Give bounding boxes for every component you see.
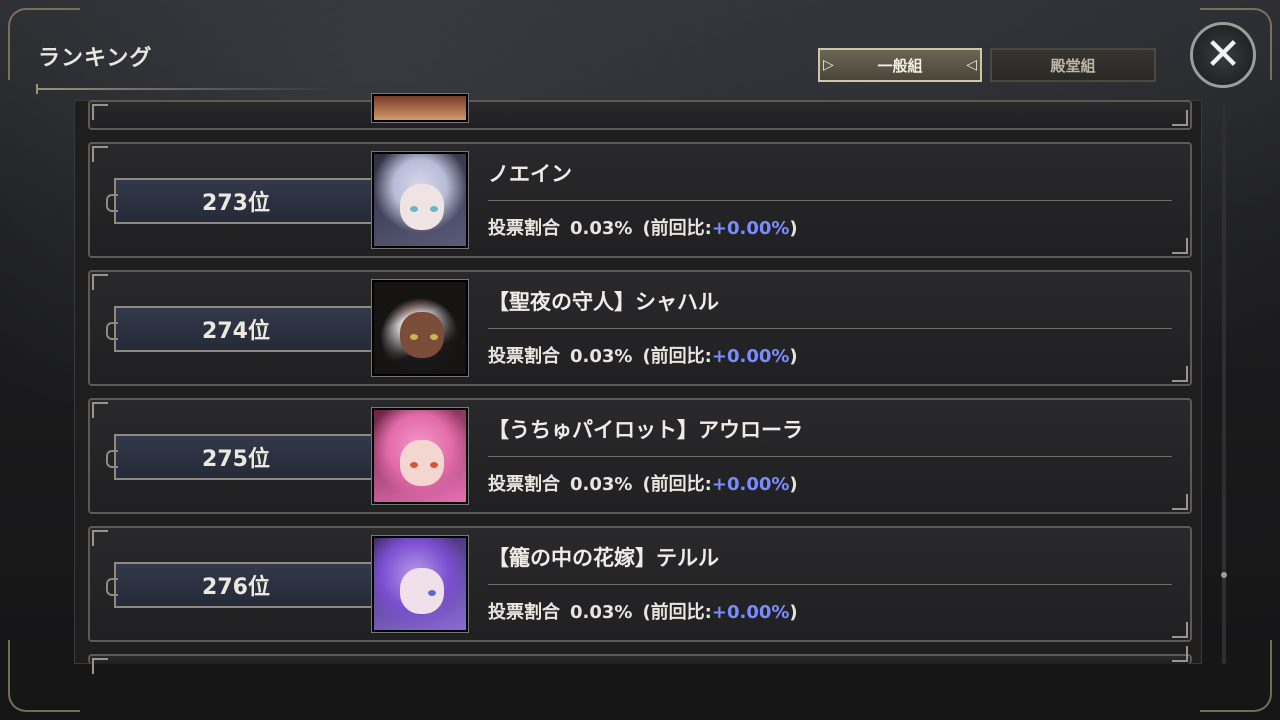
vote-value: 0.03% bbox=[570, 218, 633, 239]
prev-label: (前回比: bbox=[642, 474, 712, 495]
list-item[interactable]: 275位 【うちゅパイロット】アウローラ 投票割合 0.03% (前回比:+0.00… bbox=[88, 398, 1192, 514]
character-portrait bbox=[371, 151, 469, 249]
prev-close: ) bbox=[789, 346, 798, 367]
rank-plate: 273位 bbox=[106, 178, 372, 224]
character-name: 【籠の中の花嫁】テルル bbox=[488, 546, 719, 570]
close-button[interactable]: ✕ bbox=[1190, 22, 1256, 88]
chevron-right-icon: ▷ bbox=[823, 57, 834, 73]
divider bbox=[488, 584, 1172, 585]
character-portrait bbox=[371, 93, 469, 123]
divider bbox=[488, 456, 1172, 457]
prev-change: +0.00% bbox=[711, 218, 790, 239]
character-portrait bbox=[371, 407, 469, 505]
prev-close: ) bbox=[789, 602, 798, 623]
vote-label: 投票割合 bbox=[488, 474, 560, 495]
rank-plate: 276位 bbox=[106, 562, 372, 608]
rank-label: 273位 bbox=[202, 191, 270, 216]
divider bbox=[488, 200, 1172, 201]
prev-close: ) bbox=[789, 218, 798, 239]
vote-value: 0.03% bbox=[570, 474, 633, 495]
list-item[interactable]: 274位 【聖夜の守人】シャハル 投票割合 0.03% (前回比:+0.00%) bbox=[88, 270, 1192, 386]
vote-value: 0.03% bbox=[570, 602, 633, 623]
ornament-corner bbox=[8, 640, 80, 712]
character-name: 【聖夜の守人】シャハル bbox=[488, 290, 719, 314]
list-item-partial bbox=[88, 93, 1192, 130]
prev-label: (前回比: bbox=[642, 346, 712, 367]
tab-general[interactable]: ▷ 一般組 ◁ bbox=[818, 48, 982, 82]
rank-plate: 274位 bbox=[106, 306, 372, 352]
tab-hall-label: 殿堂組 bbox=[1050, 56, 1096, 75]
vote-label: 投票割合 bbox=[488, 346, 560, 367]
close-icon: ✕ bbox=[1204, 29, 1242, 80]
chevron-left-icon: ◁ bbox=[966, 57, 977, 73]
prev-change: +0.00% bbox=[711, 474, 790, 495]
divider bbox=[488, 328, 1172, 329]
character-name: ノエイン bbox=[488, 162, 572, 186]
character-name: 【うちゅパイロット】アウローラ bbox=[488, 418, 803, 442]
rank-label: 274位 bbox=[202, 319, 270, 344]
prev-change: +0.00% bbox=[711, 602, 790, 623]
list-item-partial bbox=[88, 646, 1192, 674]
vote-stat: 投票割合 0.03% (前回比:+0.00%) bbox=[488, 342, 798, 368]
prev-label: (前回比: bbox=[642, 218, 712, 239]
vote-value: 0.03% bbox=[570, 346, 633, 367]
scrollbar-thumb[interactable] bbox=[1221, 572, 1227, 578]
list-item[interactable]: 273位 ノエイン 投票割合 0.03% (前回比:+0.00%) bbox=[88, 142, 1192, 258]
ornament-corner bbox=[1200, 640, 1272, 712]
prev-close: ) bbox=[789, 474, 798, 495]
tab-general-label: 一般組 bbox=[877, 56, 923, 75]
prev-change: +0.00% bbox=[711, 346, 790, 367]
title-underline bbox=[36, 84, 336, 94]
prev-label: (前回比: bbox=[642, 602, 712, 623]
vote-label: 投票割合 bbox=[488, 218, 560, 239]
scrollbar[interactable] bbox=[1222, 104, 1226, 664]
page-title: ランキング bbox=[38, 46, 153, 71]
character-portrait bbox=[371, 279, 469, 377]
tab-hall-of-fame[interactable]: 殿堂組 bbox=[990, 48, 1156, 82]
rank-plate: 275位 bbox=[106, 434, 372, 480]
list-item[interactable]: 276位 【籠の中の花嫁】テルル 投票割合 0.03% (前回比:+0.00%) bbox=[88, 526, 1192, 642]
rank-label: 275位 bbox=[202, 447, 270, 472]
rank-label: 276位 bbox=[202, 575, 270, 600]
vote-stat: 投票割合 0.03% (前回比:+0.00%) bbox=[488, 470, 798, 496]
vote-stat: 投票割合 0.03% (前回比:+0.00%) bbox=[488, 598, 798, 624]
vote-label: 投票割合 bbox=[488, 602, 560, 623]
vote-stat: 投票割合 0.03% (前回比:+0.00%) bbox=[488, 214, 798, 240]
character-portrait bbox=[371, 535, 469, 633]
